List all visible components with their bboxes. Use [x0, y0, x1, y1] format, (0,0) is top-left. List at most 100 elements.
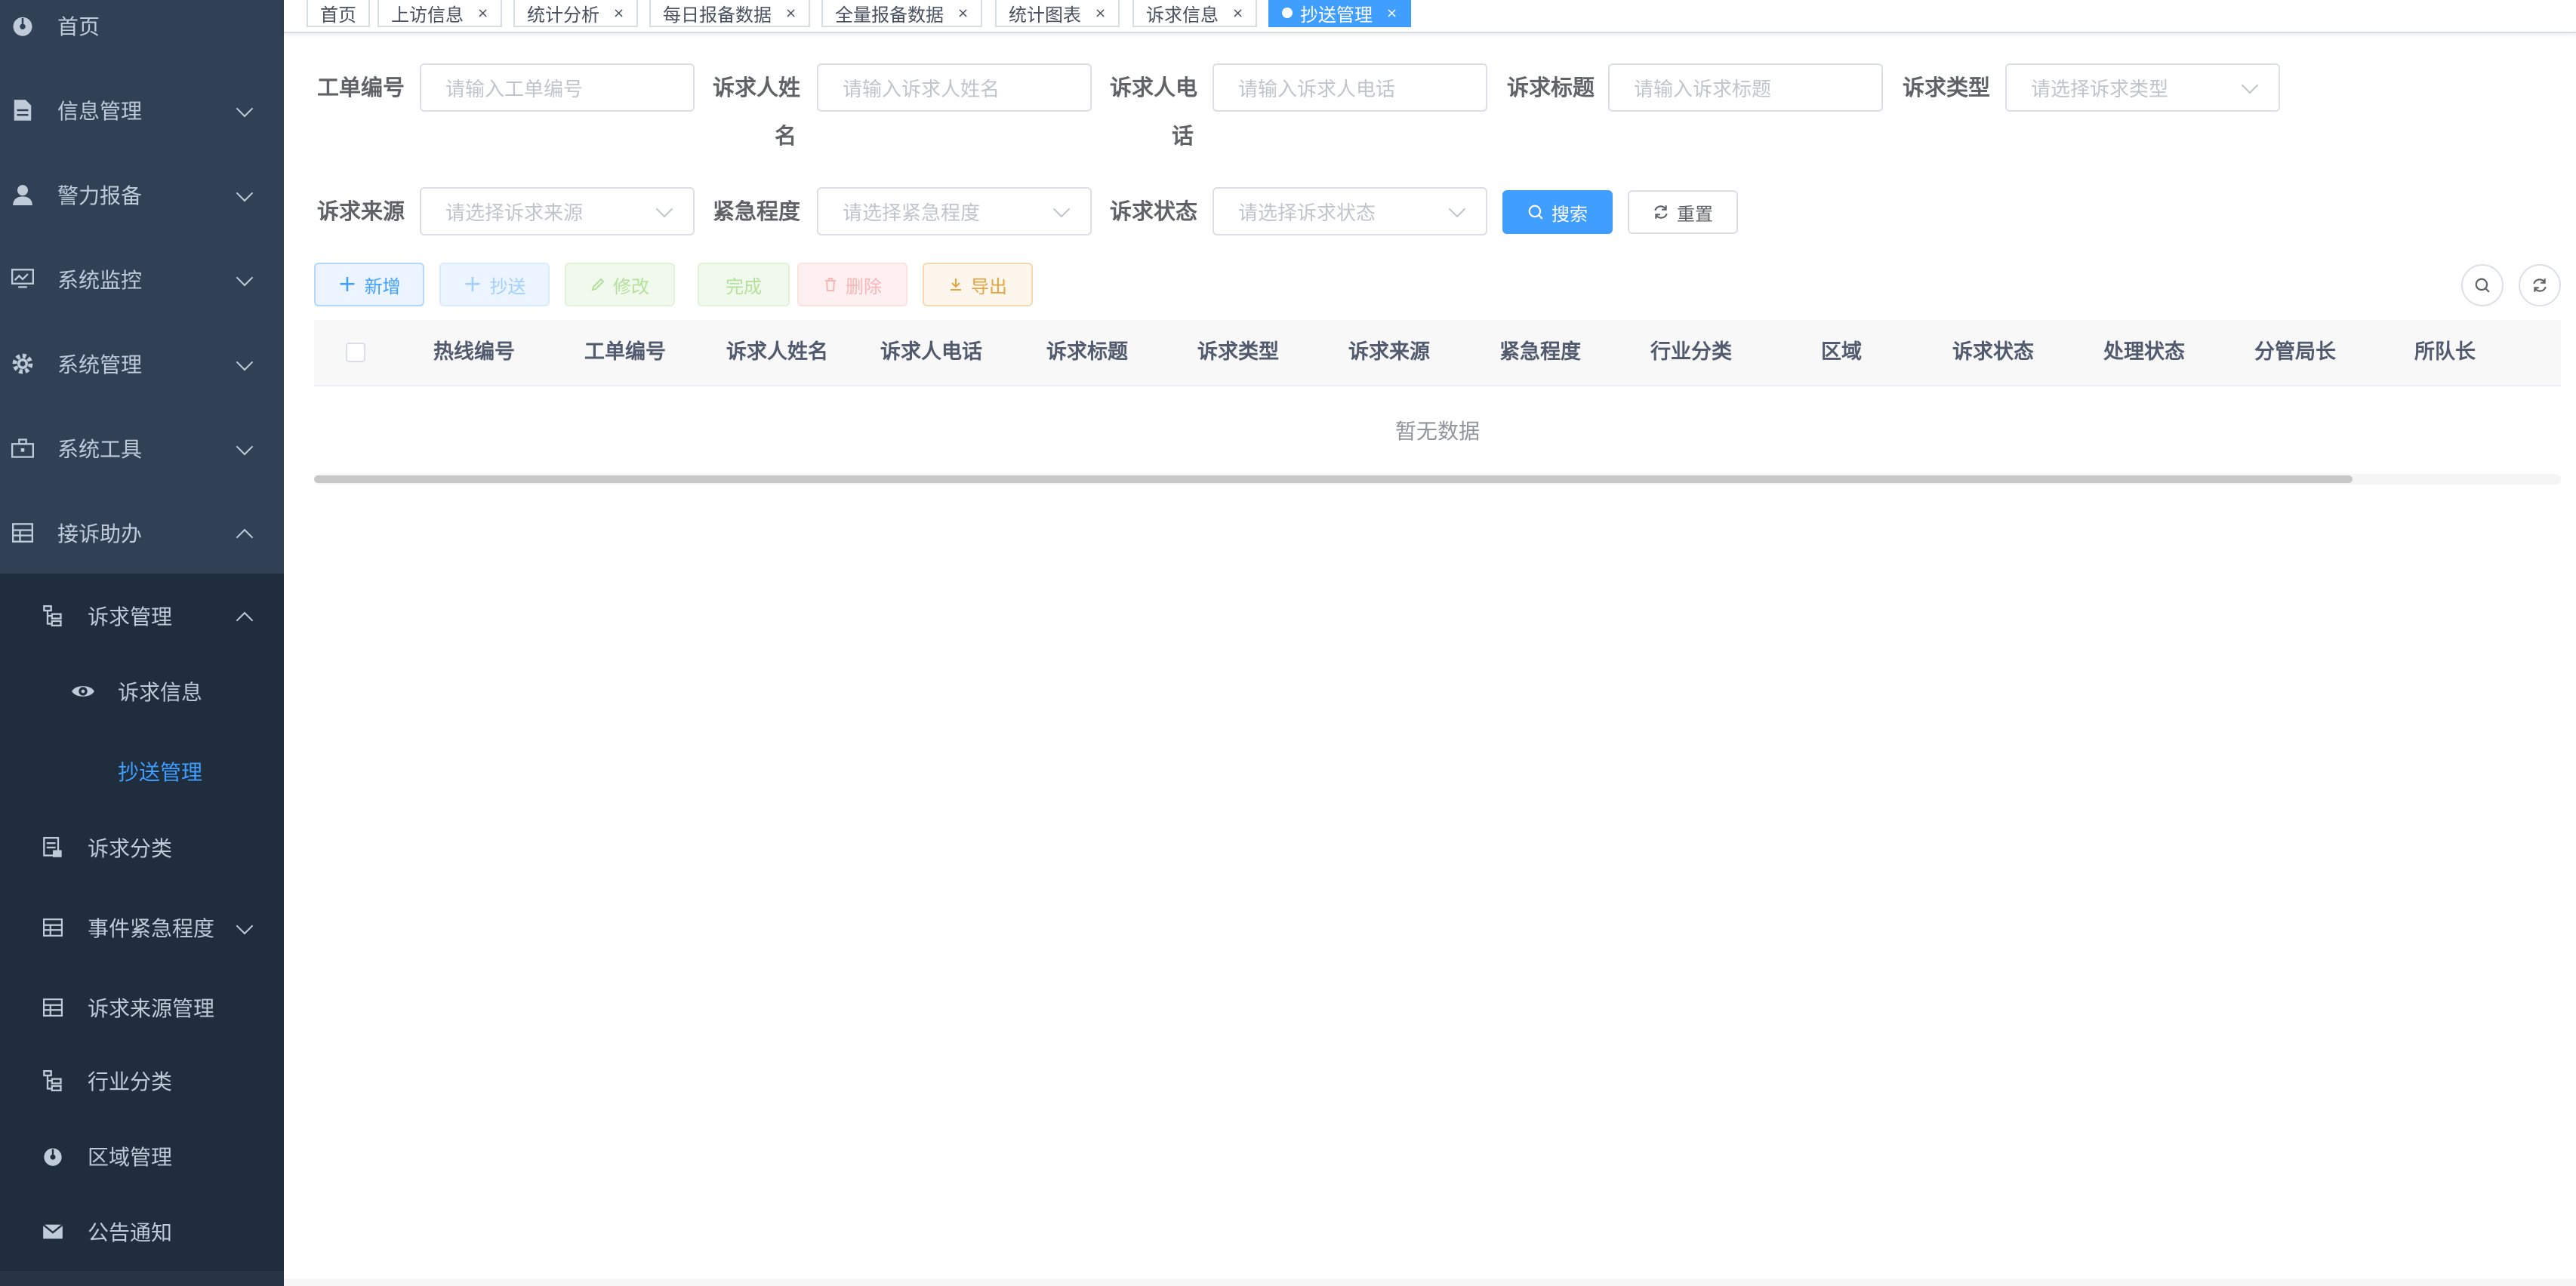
sidebar-item-complaint-category[interactable]: 诉求分类 — [0, 808, 284, 888]
horizontal-scrollbar-thumb[interactable] — [314, 475, 2353, 483]
sidebar-item-industry-category[interactable]: 行业分类 — [0, 1043, 284, 1118]
active-dot-icon — [1282, 8, 1293, 18]
tag-petition-info[interactable]: 上访信息 × — [377, 0, 503, 27]
close-icon[interactable]: × — [477, 5, 488, 21]
column-header[interactable]: 所队长 — [2414, 320, 2476, 385]
sidebar-item-info-management[interactable]: 信息管理 — [0, 68, 284, 152]
column-header[interactable]: 处理状态 — [2103, 320, 2185, 385]
close-icon[interactable]: × — [1232, 5, 1243, 21]
urgency-select[interactable]: 请选择紧急程度 — [817, 187, 1092, 235]
table-icon — [41, 915, 65, 940]
edit-icon — [591, 278, 605, 291]
urgency-placeholder: 请选择紧急程度 — [843, 202, 981, 225]
close-icon[interactable]: × — [1386, 5, 1397, 21]
sidebar-item-system-monitor[interactable]: 系统监控 — [0, 237, 284, 322]
sidebar-item-label: 诉求来源管理 — [88, 996, 215, 1021]
table-empty-text: 暂无数据 — [1394, 419, 1480, 444]
title-label: 诉求标题 — [1507, 75, 1595, 100]
cc-button-label: 抄送 — [489, 275, 526, 297]
reset-button[interactable]: 重置 — [1628, 190, 1738, 234]
chevron-down-icon — [1448, 200, 1466, 218]
complaint-type-placeholder: 请选择诉求类型 — [2031, 78, 2169, 101]
complete-button[interactable]: 完成 — [698, 263, 790, 306]
column-header[interactable]: 紧急程度 — [1499, 320, 1581, 385]
complaint-source-select[interactable]: 请选择诉求来源 — [420, 187, 695, 235]
sidebar-item-cc-management[interactable]: 抄送管理 — [0, 735, 284, 808]
complaint-type-select[interactable]: 请选择诉求类型 — [2005, 63, 2280, 112]
tag-label: 统计分析 — [527, 4, 599, 26]
column-header[interactable]: 诉求人电话 — [880, 320, 982, 385]
tag-statistics[interactable]: 统计分析 × — [513, 0, 639, 27]
column-header[interactable]: 热线编号 — [433, 320, 515, 385]
column-header[interactable]: 区域 — [1821, 320, 1862, 385]
sidebar-item-complaint-source-management[interactable]: 诉求来源管理 — [0, 968, 284, 1048]
sidebar-item-announcements[interactable]: 公告通知 — [0, 1194, 284, 1269]
column-header[interactable]: 分管局长 — [2254, 320, 2336, 385]
tag-complaint-info[interactable]: 诉求信息 × — [1132, 0, 1258, 27]
sidebar-item-complaint-info[interactable]: 诉求信息 — [0, 655, 284, 728]
order-no-input[interactable]: 请输入工单编号 — [420, 63, 695, 112]
table-header: 热线编号 工单编号 诉求人姓名 诉求人电话 诉求标题 诉求类型 诉求来源 紧急程… — [314, 320, 2561, 386]
close-icon[interactable]: × — [785, 5, 797, 21]
search-icon — [2475, 278, 2490, 293]
tag-home[interactable]: 首页 — [307, 0, 370, 27]
sidebar-item-system-tools[interactable]: 系统工具 — [0, 406, 284, 491]
search-icon — [1528, 205, 1543, 220]
export-button[interactable]: 导出 — [923, 263, 1033, 306]
close-icon[interactable]: × — [613, 5, 624, 21]
complaint-status-placeholder: 请选择诉求状态 — [1238, 202, 1376, 225]
sidebar-item-police-report[interactable]: 警力报备 — [0, 152, 284, 237]
phone-label-line1: 诉求人电 — [1110, 75, 1198, 100]
sidebar-item-region-management[interactable]: 区域管理 — [0, 1118, 284, 1194]
column-header[interactable]: 诉求类型 — [1197, 320, 1279, 385]
refresh-icon — [1654, 205, 1668, 219]
delete-button[interactable]: 删除 — [797, 263, 907, 306]
close-icon[interactable]: × — [1095, 5, 1106, 21]
reset-button-label: 重置 — [1677, 203, 1713, 225]
sidebar-item-label: 警力报备 — [57, 183, 143, 208]
column-header[interactable]: 诉求来源 — [1348, 320, 1430, 385]
sidebar-item-system-management[interactable]: 系统管理 — [0, 322, 284, 406]
tag-label: 每日报备数据 — [663, 4, 772, 26]
plus-icon: + — [463, 271, 482, 297]
refresh-table-button[interactable] — [2519, 264, 2561, 306]
complainant-name-input[interactable]: 请输入诉求人姓名 — [817, 63, 1092, 112]
complaint-status-select[interactable]: 请选择诉求状态 — [1213, 187, 1487, 235]
sidebar-item-complaint-assistant[interactable]: 接诉助办 — [0, 491, 284, 575]
column-header[interactable]: 行业分类 — [1650, 320, 1732, 385]
edit-button[interactable]: 修改 — [565, 263, 675, 306]
select-all-checkbox[interactable] — [346, 343, 365, 362]
chevron-down-icon — [236, 917, 254, 935]
complaint-source-placeholder: 请选择诉求来源 — [445, 202, 584, 225]
search-button[interactable]: 搜索 — [1502, 190, 1613, 234]
tag-charts[interactable]: 统计图表 × — [995, 0, 1120, 27]
sidebar-item-event-urgency[interactable]: 事件紧急程度 — [0, 888, 284, 968]
toggle-search-button[interactable] — [2461, 264, 2504, 306]
column-header[interactable]: 诉求状态 — [1952, 320, 2034, 385]
tag-label: 首页 — [320, 4, 356, 26]
sidebar-item-complaint-management[interactable]: 诉求管理 — [0, 574, 284, 658]
tag-cc-management[interactable]: 抄送管理 × — [1268, 0, 1412, 27]
source-label: 诉求来源 — [317, 198, 405, 224]
complainant-phone-input[interactable]: 请输入诉求人电话 — [1213, 63, 1487, 112]
sidebar-item-label: 事件紧急程度 — [88, 916, 215, 941]
tags-view: 首页 上访信息 × 统计分析 × 每日报备数据 × 全量报备数据 × 统计图表 … — [284, 0, 2576, 33]
tag-label: 上访信息 — [391, 4, 464, 26]
edit-button-label: 修改 — [613, 275, 649, 297]
code-icon — [41, 835, 65, 860]
add-button[interactable]: + 新增 — [314, 263, 424, 306]
complaint-title-input[interactable]: 请输入诉求标题 — [1608, 63, 1883, 112]
cc-button[interactable]: + 抄送 — [439, 263, 550, 306]
column-header[interactable]: 诉求标题 — [1046, 320, 1128, 385]
column-header[interactable]: 工单编号 — [584, 320, 666, 385]
message-icon — [41, 1220, 65, 1244]
status-label: 诉求状态 — [1110, 198, 1198, 224]
tag-daily-report[interactable]: 每日报备数据 × — [649, 0, 811, 27]
sidebar-item-home[interactable]: 首页 — [0, 0, 284, 68]
tag-full-report[interactable]: 全量报备数据 × — [821, 0, 983, 27]
chevron-up-icon — [236, 528, 254, 546]
name-label-line1: 诉求人姓 — [713, 75, 801, 100]
close-icon[interactable]: × — [957, 5, 969, 21]
column-header[interactable]: 诉求人姓名 — [726, 320, 828, 385]
tag-label: 抄送管理 — [1300, 4, 1373, 26]
